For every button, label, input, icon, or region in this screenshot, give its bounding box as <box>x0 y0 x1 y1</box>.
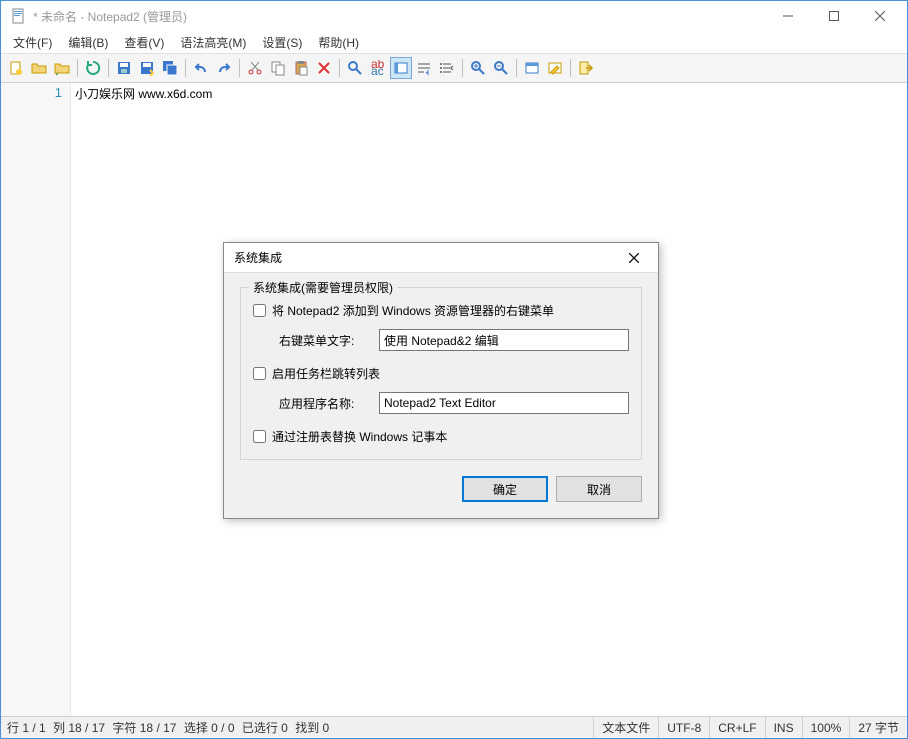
tb-save[interactable] <box>113 57 135 79</box>
tb-list[interactable] <box>436 57 458 79</box>
field-row-app-name: 应用程序名称: <box>279 392 629 414</box>
tb-undo[interactable] <box>190 57 212 79</box>
statusbar: 行 1 / 1 列 18 / 17 字符 18 / 17 选择 0 / 0 已选… <box>1 716 907 738</box>
editor-line: 小刀娱乐网 www.x6d.com <box>75 87 212 101</box>
checkbox-row-replace-notepad: 通过注册表替换 Windows 记事本 <box>253 428 629 445</box>
status-zoom[interactable]: 100% <box>802 717 850 738</box>
checkbox-jumplist[interactable] <box>253 367 266 380</box>
tb-bookmark[interactable] <box>390 57 412 79</box>
status-sel: 选择 0 / 0 <box>184 719 235 736</box>
groupbox-integration: 系统集成(需要管理员权限) 将 Notepad2 添加到 Windows 资源管… <box>240 287 642 460</box>
status-encoding[interactable]: UTF-8 <box>658 717 709 738</box>
menu-settings[interactable]: 设置(S) <box>254 32 310 53</box>
checkbox-replace-notepad-label: 通过注册表替换 Windows 记事本 <box>272 428 447 445</box>
tb-paste[interactable] <box>290 57 312 79</box>
tb-exit[interactable] <box>575 57 597 79</box>
menubar: 文件(F) 编辑(B) 查看(V) 语法高亮(M) 设置(S) 帮助(H) <box>1 31 907 53</box>
toolbar-separator <box>108 59 109 77</box>
status-ins[interactable]: INS <box>765 717 802 738</box>
app-icon <box>11 8 27 24</box>
line-gutter: 1 <box>1 83 71 716</box>
close-button[interactable] <box>857 1 903 31</box>
status-chars: 字符 18 / 17 <box>112 719 176 736</box>
toolbar-separator <box>570 59 571 77</box>
checkbox-context-menu[interactable] <box>253 304 266 317</box>
cancel-button[interactable]: 取消 <box>556 476 642 502</box>
tb-find[interactable] <box>344 57 366 79</box>
tb-redo[interactable] <box>213 57 235 79</box>
tb-replace[interactable]: abac <box>367 57 389 79</box>
checkbox-row-context-menu: 将 Notepad2 添加到 Windows 资源管理器的右键菜单 <box>253 302 629 319</box>
toolbar-separator <box>185 59 186 77</box>
dialog-buttons: 确定 取消 <box>240 476 642 502</box>
tb-cut[interactable] <box>244 57 266 79</box>
tb-history[interactable] <box>51 57 73 79</box>
svg-text:ac: ac <box>371 64 384 76</box>
status-row: 行 1 / 1 <box>7 719 46 736</box>
dialog-titlebar: 系统集成 <box>224 243 658 273</box>
menu-view[interactable]: 查看(V) <box>116 32 172 53</box>
tb-zoom-in[interactable] <box>467 57 489 79</box>
dialog-body: 系统集成(需要管理员权限) 将 Notepad2 添加到 Windows 资源管… <box>224 273 658 518</box>
dialog-close-button[interactable] <box>620 244 648 272</box>
field-row-menu-text: 右键菜单文字: <box>279 329 629 351</box>
status-filetype[interactable]: 文本文件 <box>593 717 658 738</box>
checkbox-jumplist-label: 启用任务栏跳转列表 <box>272 365 380 382</box>
toolbar-separator <box>516 59 517 77</box>
close-icon <box>629 253 639 263</box>
group-legend: 系统集成(需要管理员权限) <box>249 279 397 296</box>
checkbox-context-menu-label: 将 Notepad2 添加到 Windows 资源管理器的右键菜单 <box>272 302 554 319</box>
tb-open-file[interactable] <box>28 57 50 79</box>
maximize-button[interactable] <box>811 1 857 31</box>
menu-syntax[interactable]: 语法高亮(M) <box>172 32 254 53</box>
tb-delete[interactable] <box>313 57 335 79</box>
checkbox-replace-notepad[interactable] <box>253 430 266 443</box>
label-menu-text: 右键菜单文字: <box>279 332 379 349</box>
menu-help[interactable]: 帮助(H) <box>310 32 367 53</box>
status-col: 列 18 / 17 <box>53 719 105 736</box>
menu-edit[interactable]: 编辑(B) <box>60 32 116 53</box>
titlebar: * 未命名 - Notepad2 (管理员) <box>1 1 907 31</box>
tb-save-as[interactable] <box>136 57 158 79</box>
minimize-button[interactable] <box>765 1 811 31</box>
line-number: 1 <box>3 85 62 100</box>
tb-new-file[interactable] <box>5 57 27 79</box>
toolbar-separator <box>339 59 340 77</box>
tb-scheme[interactable] <box>521 57 543 79</box>
input-app-name[interactable] <box>379 392 629 414</box>
status-selrows: 已选行 0 <box>242 719 288 736</box>
status-bytes: 27 字节 <box>849 717 907 738</box>
ok-button[interactable]: 确定 <box>462 476 548 502</box>
status-left: 行 1 / 1 列 18 / 17 字符 18 / 17 选择 0 / 0 已选… <box>1 719 593 736</box>
tb-copy[interactable] <box>267 57 289 79</box>
status-eol[interactable]: CR+LF <box>709 717 764 738</box>
menu-file[interactable]: 文件(F) <box>5 32 60 53</box>
tb-settings[interactable] <box>544 57 566 79</box>
dialog-system-integration: 系统集成 系统集成(需要管理员权限) 将 Notepad2 添加到 Window… <box>223 242 659 519</box>
toolbar-separator <box>77 59 78 77</box>
tb-save-copy[interactable] <box>159 57 181 79</box>
input-menu-text[interactable] <box>379 329 629 351</box>
dialog-title: 系统集成 <box>234 249 620 266</box>
toolbar: abac <box>1 53 907 83</box>
label-app-name: 应用程序名称: <box>279 395 379 412</box>
toolbar-separator <box>239 59 240 77</box>
tb-zoom-out[interactable] <box>490 57 512 79</box>
toolbar-separator <box>462 59 463 77</box>
status-find: 找到 0 <box>295 719 329 736</box>
checkbox-row-jumplist: 启用任务栏跳转列表 <box>253 365 629 382</box>
tb-word-wrap[interactable] <box>413 57 435 79</box>
window-title: * 未命名 - Notepad2 (管理员) <box>33 8 765 25</box>
tb-revert[interactable] <box>82 57 104 79</box>
window-controls <box>765 1 903 31</box>
